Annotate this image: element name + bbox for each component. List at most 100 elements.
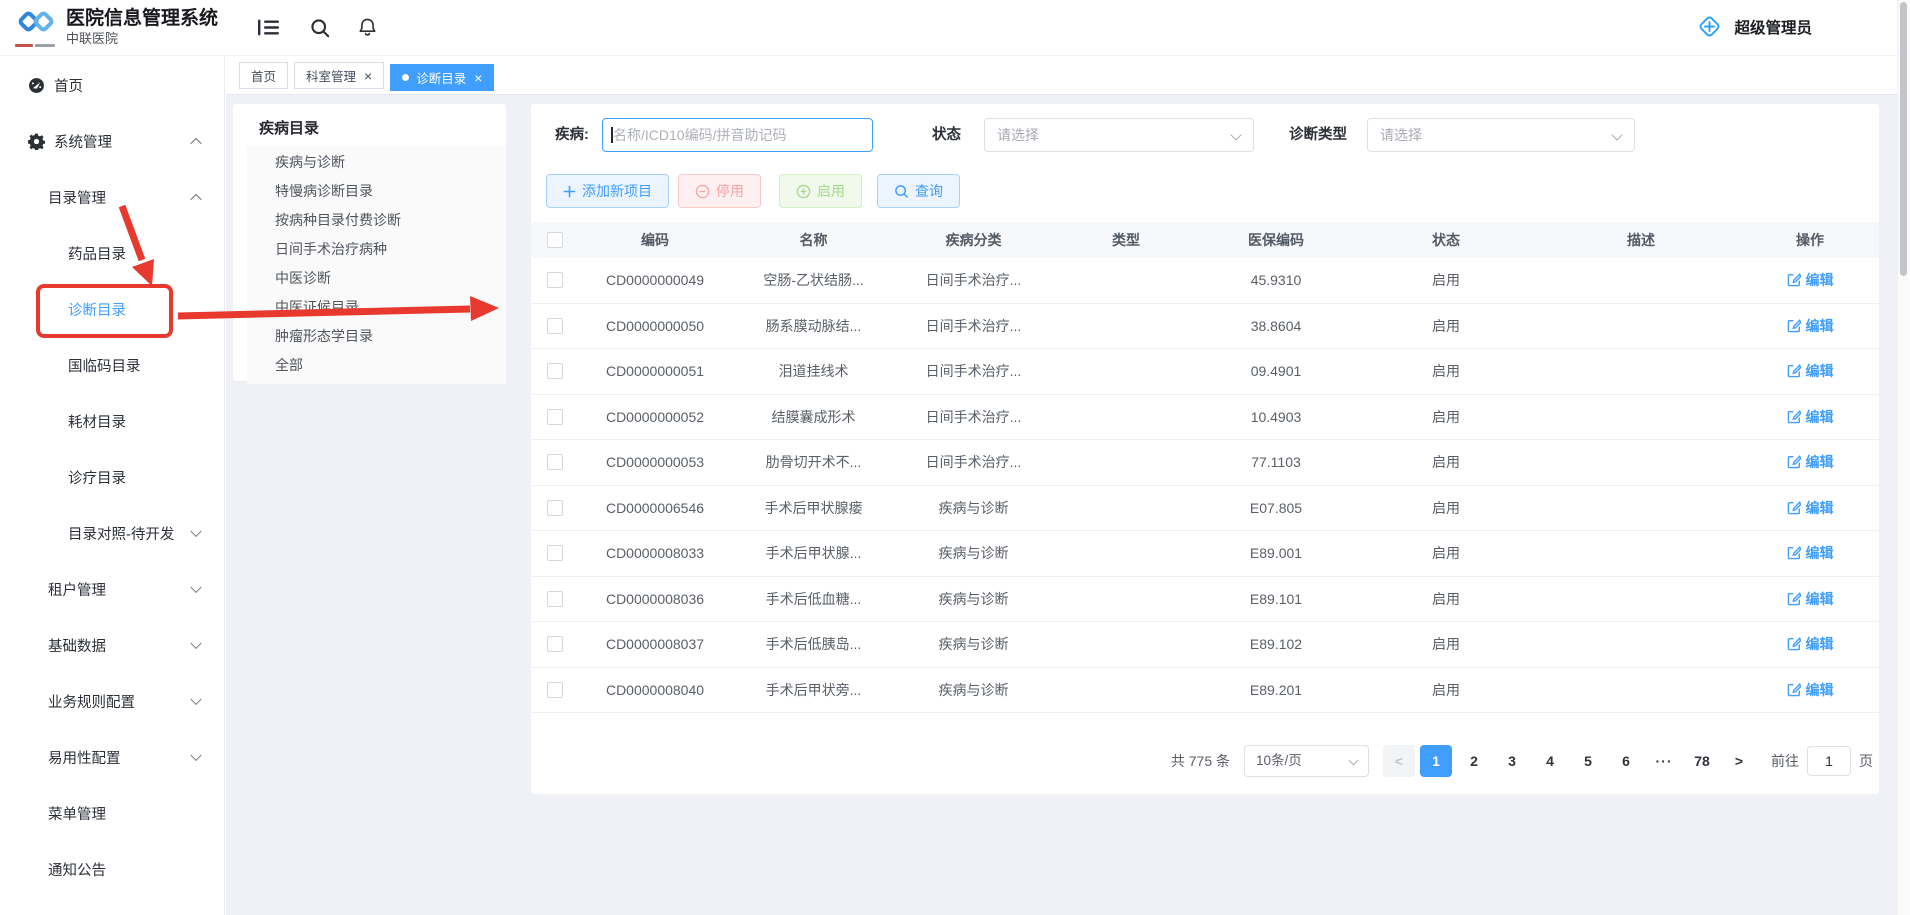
sidebar-item-business-rule-config[interactable]: 业务规则配置 — [0, 673, 224, 729]
sidebar-item-treatment-catalog[interactable]: 诊疗目录 — [0, 449, 224, 505]
edit-button[interactable]: 编辑 — [1787, 407, 1834, 427]
sidebar-item-diagnosis-catalog[interactable]: 诊断目录 — [0, 281, 224, 337]
sidebar-item-catalog-mapping[interactable]: 目录对照-待开发 — [0, 505, 224, 561]
close-icon[interactable]: × — [364, 69, 372, 83]
row-checkbox[interactable] — [547, 591, 563, 607]
disease-search-input[interactable] — [613, 119, 866, 151]
panel-item-6[interactable]: 中医证候目录 — [247, 293, 506, 322]
next-page-button[interactable]: > — [1723, 745, 1755, 777]
page-button-78[interactable]: 78 — [1686, 745, 1718, 777]
sidebar-item-basic-data[interactable]: 基础数据 — [0, 617, 224, 673]
cell-operations: 编辑 — [1741, 349, 1879, 394]
tab-home[interactable]: 首页 — [239, 62, 288, 89]
chevron-down-icon — [1230, 129, 1241, 140]
disable-button[interactable]: 停用 — [678, 174, 761, 208]
edit-label: 编辑 — [1806, 316, 1834, 336]
close-icon[interactable]: × — [474, 71, 482, 85]
page-button-1[interactable]: 1 — [1420, 745, 1452, 777]
diagnosis-type-select[interactable]: 请选择 — [1367, 118, 1635, 152]
total-count: 共 775 条 — [1171, 751, 1230, 771]
row-checkbox[interactable] — [547, 500, 563, 516]
row-checkbox[interactable] — [547, 454, 563, 470]
scrollbar[interactable] — [1897, 0, 1910, 915]
row-checkbox[interactable] — [547, 272, 563, 288]
page-button-5[interactable]: 5 — [1572, 745, 1604, 777]
edit-button[interactable]: 编辑 — [1787, 498, 1834, 518]
page-button-4[interactable]: 4 — [1534, 745, 1566, 777]
row-checkbox[interactable] — [547, 409, 563, 425]
sidebar-item-drug-catalog[interactable]: 药品目录 — [0, 225, 224, 281]
panel-item-8[interactable]: 全部 — [247, 351, 506, 380]
row-checkbox[interactable] — [547, 318, 563, 334]
edit-button[interactable]: 编辑 — [1787, 634, 1834, 654]
edit-button[interactable]: 编辑 — [1787, 452, 1834, 472]
edit-icon — [1787, 319, 1801, 333]
sidebar-item-usability-config[interactable]: 易用性配置 — [0, 729, 224, 785]
sidebar-item-catalog-management[interactable]: 目录管理 — [0, 169, 224, 225]
sidebar-item-national-code-catalog[interactable]: 国临码目录 — [0, 337, 224, 393]
table-body: CD0000000049空肠-乙状结肠...日间手术治疗...45.9310启用… — [531, 258, 1879, 713]
edit-label: 编辑 — [1806, 361, 1834, 381]
sidebar-item-notice[interactable]: 通知公告 — [0, 841, 224, 897]
collapse-sidebar-icon[interactable] — [258, 19, 279, 36]
plus-icon — [563, 185, 576, 198]
column-header-name: 名称 — [731, 222, 896, 258]
panel-item-7[interactable]: 肿瘤形态学目录 — [247, 322, 506, 351]
status-select[interactable]: 请选择 — [984, 118, 1254, 152]
sidebar-item-label: 租户管理 — [48, 579, 106, 600]
sidebar-item-tenant-management[interactable]: 租户管理 — [0, 561, 224, 617]
cell-description — [1541, 531, 1741, 576]
table-row: CD0000008040手术后甲状旁...疾病与诊断E89.201启用编辑 — [531, 668, 1879, 714]
enable-button[interactable]: 启用 — [779, 174, 862, 208]
row-checkbox[interactable] — [547, 682, 563, 698]
select-all-checkbox[interactable] — [547, 232, 563, 248]
sidebar-item-menu-management[interactable]: 菜单管理 — [0, 785, 224, 841]
panel-item-4[interactable]: 日间手术治疗病种 — [247, 235, 506, 264]
sidebar-item-system-management[interactable]: 系统管理 — [0, 113, 224, 169]
cell-description — [1541, 622, 1741, 667]
panel-item-2[interactable]: 特慢病诊断目录 — [247, 177, 506, 206]
panel-item-1[interactable]: 疾病与诊断 — [247, 148, 506, 177]
search-icon[interactable] — [310, 18, 330, 38]
chevron-down-icon — [1349, 756, 1359, 766]
row-checkbox[interactable] — [547, 636, 563, 652]
cell-insurance-code: 77.1103 — [1201, 440, 1351, 485]
edit-button[interactable]: 编辑 — [1787, 680, 1834, 700]
sidebar-item-label: 耗材目录 — [68, 411, 126, 432]
scrollbar-thumb[interactable] — [1900, 2, 1907, 276]
edit-button[interactable]: 编辑 — [1787, 543, 1834, 563]
edit-button[interactable]: 编辑 — [1787, 361, 1834, 381]
tab-department-management[interactable]: 科室管理× — [294, 62, 384, 89]
add-new-item-button[interactable]: 添加新项目 — [546, 174, 669, 208]
user-menu[interactable]: 超级管理员 — [1696, 13, 1812, 40]
cell-code: CD0000008033 — [579, 531, 731, 576]
sidebar-item-label: 基础数据 — [48, 635, 106, 656]
cell-status: 启用 — [1351, 258, 1541, 303]
edit-button[interactable]: 编辑 — [1787, 270, 1834, 290]
prev-page-button[interactable]: < — [1383, 745, 1415, 777]
row-checkbox[interactable] — [547, 545, 563, 561]
panel-item-5[interactable]: 中医诊断 — [247, 264, 506, 293]
sidebar-item-consumable-catalog[interactable]: 耗材目录 — [0, 393, 224, 449]
edit-button[interactable]: 编辑 — [1787, 316, 1834, 336]
page-size-select[interactable]: 10条/页 — [1244, 745, 1369, 777]
edit-icon — [1787, 546, 1801, 560]
page-button-2[interactable]: 2 — [1458, 745, 1490, 777]
user-name: 超级管理员 — [1734, 16, 1812, 38]
goto-page-input[interactable] — [1807, 746, 1851, 776]
query-button[interactable]: 查询 — [877, 174, 960, 208]
tab-diagnosis-catalog[interactable]: 诊断目录× — [390, 64, 494, 91]
page-button-6[interactable]: 6 — [1610, 745, 1642, 777]
cell-name: 肠系膜动脉结... — [731, 304, 896, 349]
cell-code: CD0000000051 — [579, 349, 731, 394]
sidebar-item-home[interactable]: 首页 — [0, 57, 224, 113]
cell-category: 日间手术治疗... — [896, 258, 1051, 303]
column-header-type: 类型 — [1051, 222, 1201, 258]
page-button-3[interactable]: 3 — [1496, 745, 1528, 777]
edit-button[interactable]: 编辑 — [1787, 589, 1834, 609]
panel-item-3[interactable]: 按病种目录付费诊断 — [247, 206, 506, 235]
tab-bar: 首页科室管理×诊断目录× — [226, 55, 1898, 95]
notifications-bell-icon[interactable] — [358, 17, 377, 38]
row-checkbox[interactable] — [547, 363, 563, 379]
cell-insurance-code: 38.8604 — [1201, 304, 1351, 349]
